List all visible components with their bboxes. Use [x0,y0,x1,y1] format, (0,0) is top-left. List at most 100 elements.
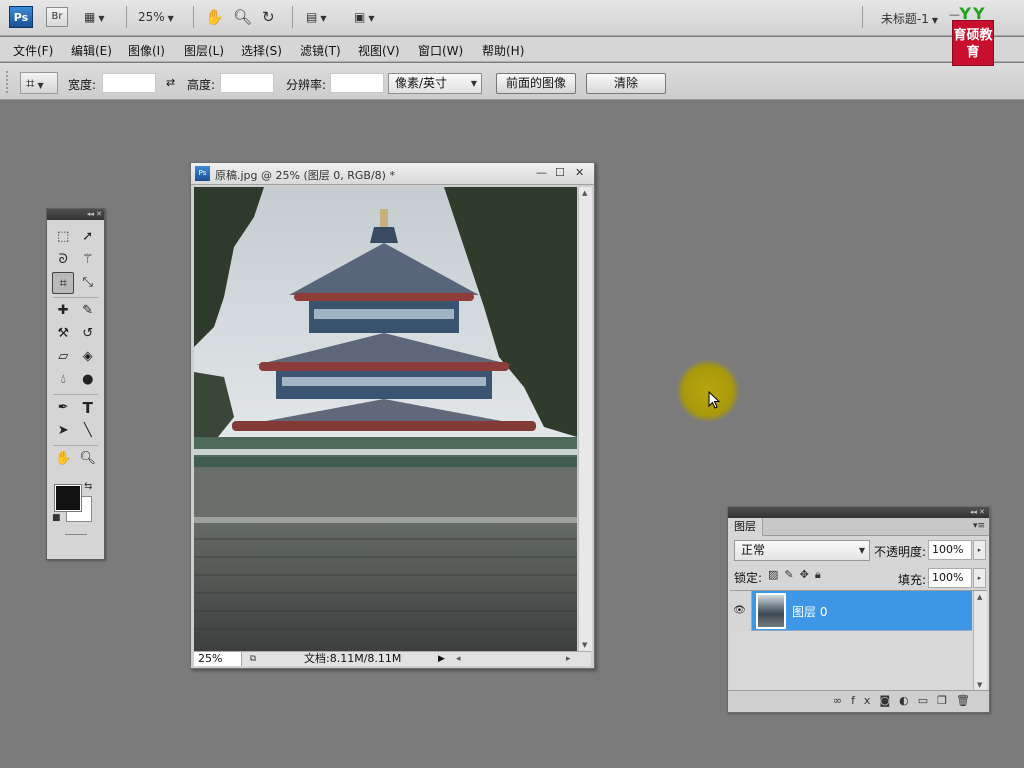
group-icon[interactable]: ▭ [918,694,937,707]
doc-zoom-field[interactable]: 25% [194,652,242,666]
scroll-down-icon[interactable]: ▼ [582,641,587,649]
mouse-cursor-icon [708,391,720,409]
menu-filter[interactable]: 滤镜(T) [300,42,341,59]
doc-maximize-icon[interactable]: ☐ [555,166,565,179]
clone-stamp-icon[interactable]: ⚒ [52,323,74,345]
layers-panel-header[interactable]: ◂◂ ✕ [728,507,989,518]
menu-file[interactable]: 文件(F) [13,42,53,59]
photoshop-logo[interactable]: Ps [9,6,33,28]
lock-transparent-icon[interactable]: ▨ [768,568,784,581]
status-info-arrow-icon[interactable]: ▶ [438,652,445,666]
fill-input[interactable]: 100% [928,568,972,588]
layers-scrollbar[interactable]: ▲ ▼ [973,591,987,691]
blur-tool-icon[interactable]: 💧︎ [52,369,74,391]
zoom-tool-icon[interactable]: 🔍︎ [77,448,99,470]
height-input[interactable] [220,73,274,93]
menu-edit[interactable]: 编辑(E) [71,42,112,59]
healing-brush-icon[interactable]: ✚ [52,300,74,322]
tab-layers[interactable]: 图层 [728,518,763,536]
doc-close-icon[interactable]: ✕ [575,166,584,179]
arrange-documents-button[interactable]: ▤ ▼ [306,7,327,27]
dodge-tool-icon[interactable]: ● [77,369,99,391]
menu-select[interactable]: 选择(S) [241,42,282,59]
type-tool-icon[interactable]: T [77,397,99,419]
zoom-level-value: 25% [138,10,165,24]
lock-label: 锁定: [734,571,763,585]
crop-tool-preset[interactable]: ⌗ ▼ [20,72,58,94]
swap-colors-icon[interactable]: ⇆ [84,481,92,492]
move-tool-icon[interactable]: ➚ [77,226,99,248]
width-input[interactable] [102,73,156,93]
menu-window[interactable]: 窗口(W) [418,42,463,59]
document-title-dropdown[interactable]: 未标题-1 ▼ [881,10,938,27]
rotate-view-icon[interactable]: ↻ [262,7,275,27]
path-select-icon[interactable]: ➤ [52,420,74,442]
tools-palette-header[interactable]: ◂◂ ✕ [47,209,104,220]
eraser-icon[interactable]: ▱ [52,346,74,368]
new-layer-icon[interactable]: ❐ [937,694,956,707]
layer-name[interactable]: 图层 0 [792,603,827,620]
hand-icon[interactable]: ✋ [205,7,224,27]
options-grip[interactable] [6,71,10,93]
layer-style-icon[interactable]: fx [851,694,879,707]
magic-wand-icon[interactable]: ⚚ [77,249,99,271]
scroll-down-icon[interactable]: ▼ [977,681,982,689]
view-extras-button[interactable]: ▦ ▼ [84,7,105,27]
lock-position-icon[interactable]: ✥ [800,568,815,581]
quick-mask-icon[interactable] [65,534,87,535]
lock-pixels-icon[interactable]: ✎ [784,568,799,581]
opacity-slider-icon[interactable]: ▸ [973,540,986,560]
eye-icon[interactable]: 👁︎ [728,591,752,631]
layer-mask-icon[interactable]: ◙ [879,694,899,707]
tools-palette: ◂◂ ✕ ⬚ ➚ ᘐ ⚚ ⌗ ⤡ ✚ ✎ ⚒ ↺ ▱ ◈ 💧︎ ● ✒ T ➤ ╲ ✋ 🔍︎ ⇆ ■ [46,208,105,560]
menu-help[interactable]: 帮助(H) [482,42,524,59]
delete-layer-icon[interactable]: 🗑︎ [956,694,979,707]
lasso-tool-icon[interactable]: ᘐ [52,249,74,271]
screen-mode-button[interactable]: ▣ ▼ [354,7,375,27]
link-layers-icon[interactable]: ∞ [833,694,851,707]
scroll-up-icon[interactable]: ▲ [977,593,982,601]
foreground-color-swatch-top[interactable] [54,484,82,512]
canvas-image[interactable] [194,187,577,651]
menu-layer[interactable]: 图层(L) [184,42,224,59]
fill-slider-icon[interactable]: ▸ [973,568,986,588]
zoom-icon[interactable]: 🔍︎ [233,7,252,27]
blend-mode-select[interactable]: 正常 ▼ [734,540,870,561]
paint-bucket-icon[interactable]: ◈ [77,346,99,368]
adjustment-layer-icon[interactable]: ◐ [899,694,918,707]
eyedropper-icon[interactable]: ⤡ [77,272,99,294]
default-colors-icon[interactable]: ■ [52,513,61,523]
status-menu-icon[interactable]: ⧉ [246,652,260,666]
history-brush-icon[interactable]: ↺ [77,323,99,345]
lock-options[interactable]: ▨✎✥🔒︎ [768,568,827,582]
front-image-button[interactable]: 前面的图像 [496,73,576,94]
pen-tool-icon[interactable]: ✒ [52,397,74,419]
bridge-button[interactable]: Br [46,7,68,27]
resolution-unit-select[interactable]: 像素/英寸 ▼ [388,73,482,94]
line-tool-icon[interactable]: ╲ [77,420,99,442]
clear-button[interactable]: 清除 [586,73,666,94]
zoom-level-select[interactable]: 25% ▼ [138,7,174,27]
hscroll-right-icon[interactable]: ▸ [566,652,571,666]
brush-tool-icon[interactable]: ✎ [77,300,99,322]
scroll-up-icon[interactable]: ▲ [582,189,587,197]
lock-all-icon[interactable]: 🔒︎ [815,568,827,581]
document-titlebar[interactable]: Ps 原稿.jpg @ 25% (图层 0, RGB/8) * — ☐ ✕ [191,163,594,185]
hand-tool-icon[interactable]: ✋ [52,448,74,470]
document-title: 原稿.jpg @ 25% (图层 0, RGB/8) * [215,169,395,182]
opacity-input[interactable]: 100% [928,540,972,560]
application-bar: Ps Br ▦ ▼ 25% ▼ ✋ 🔍︎ ↻ ▤ ▼ ▣ ▼ 未标题-1 ▼ — [0,0,1024,36]
hscroll-left-icon[interactable]: ◂ [456,652,461,666]
swap-dimensions-icon[interactable]: ⇄ [166,76,175,89]
marquee-tool-icon[interactable]: ⬚ [52,226,74,248]
layer-row[interactable]: 👁︎ 图层 0 [728,591,972,631]
resolution-input[interactable] [330,73,384,93]
crop-tool-icon[interactable]: ⌗ [52,272,75,294]
separator [53,297,98,298]
panel-menu-icon[interactable]: ▾≡ [973,521,985,531]
menu-image[interactable]: 图像(I) [128,42,165,59]
doc-minimize-icon[interactable]: — [536,166,547,179]
menu-view[interactable]: 视图(V) [358,42,400,59]
document-vertical-scrollbar[interactable]: ▲ ▼ [578,187,592,651]
separator [53,394,98,395]
